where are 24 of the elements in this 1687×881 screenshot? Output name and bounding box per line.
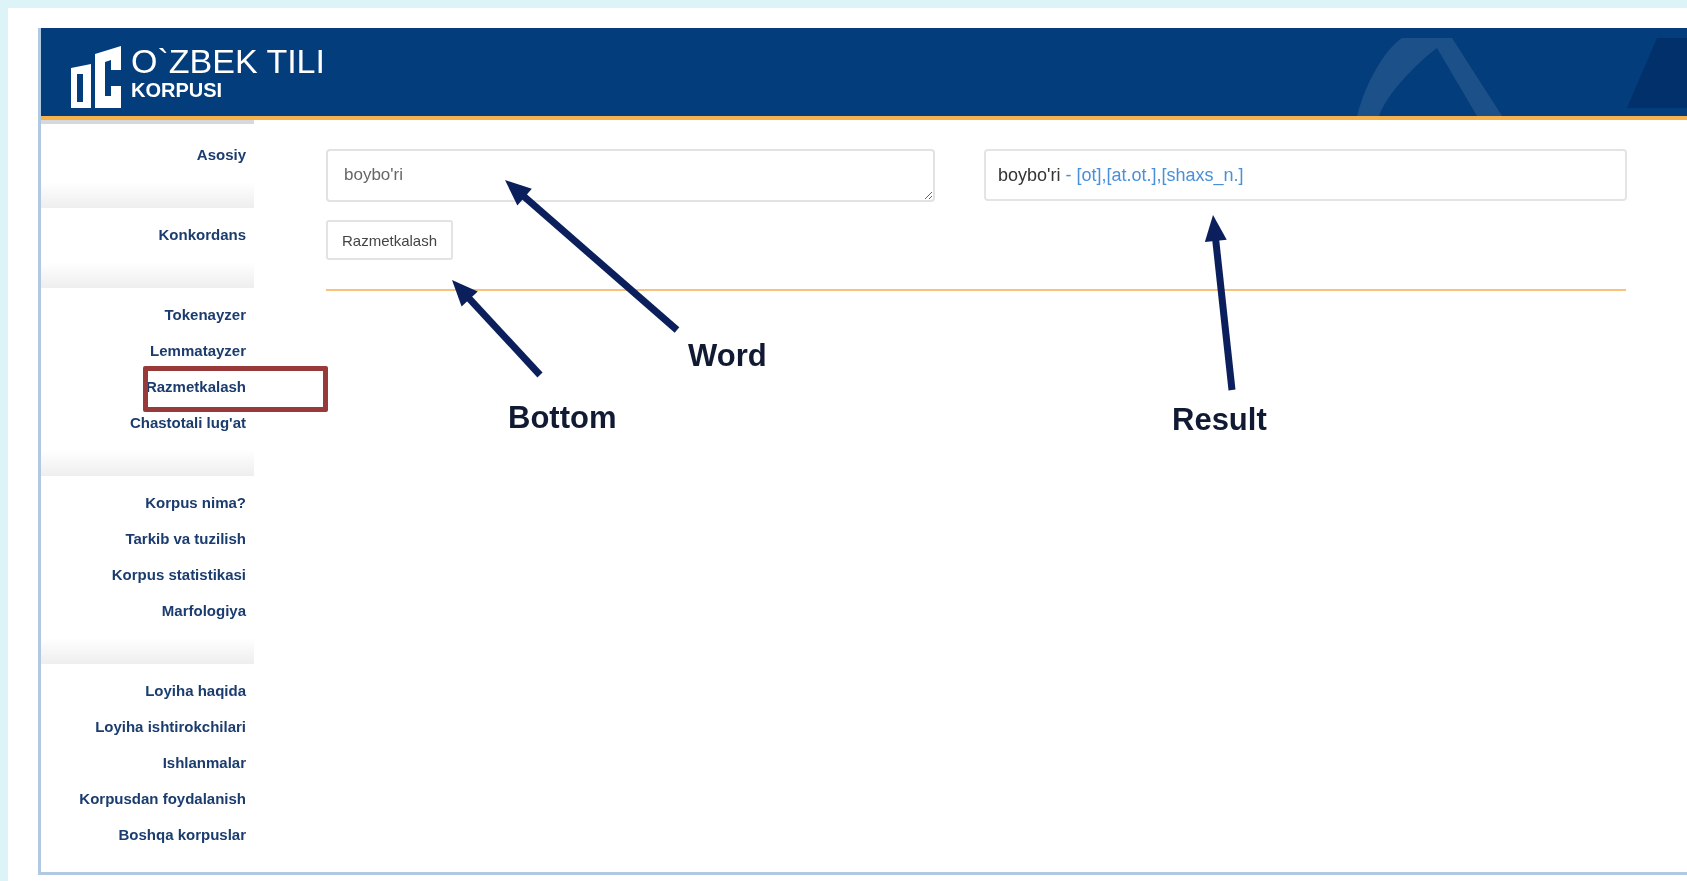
site-subtitle: KORPUSI bbox=[131, 79, 224, 101]
sidebar-link[interactable]: Korpus nima? bbox=[145, 493, 246, 511]
sidebar-link[interactable]: Marfologiya bbox=[161, 601, 246, 619]
sidebar-link[interactable]: Boshqa korpuslar bbox=[118, 825, 246, 843]
sidebar-link[interactable]: Razmetkalash bbox=[145, 377, 246, 395]
sidebar-link[interactable]: Loyiha haqida bbox=[145, 681, 246, 699]
sidebar-link[interactable]: Loyiha ishtirokchilari bbox=[95, 717, 246, 735]
sidebar-link[interactable]: Konkordans bbox=[158, 225, 246, 243]
annotation-label: Result bbox=[1172, 402, 1267, 438]
sidebar-link[interactable]: Korpusdan foydalanish bbox=[79, 789, 246, 807]
sidebar-link[interactable]: Ishlanmalar bbox=[162, 753, 246, 771]
annotation-label: Word bbox=[688, 338, 767, 374]
sidebar-link[interactable]: Tokenayzer bbox=[164, 305, 246, 323]
sidebar-link[interactable]: Lemmatayzer bbox=[150, 341, 246, 359]
sidebar-link[interactable]: Chastotali lug'at bbox=[129, 413, 246, 431]
sidebar-link[interactable]: Tarkib va tuzilish bbox=[125, 529, 246, 547]
result-field: boybo'ri - [ot],[at.ot.],[shaxs_n.] bbox=[984, 149, 1627, 201]
logo-icon bbox=[71, 46, 121, 108]
razmetkalash-button[interactable]: Razmetkalash bbox=[326, 220, 454, 260]
word-input[interactable]: boybo'ri bbox=[326, 149, 935, 202]
sidebar-link[interactable]: Asosiy bbox=[196, 145, 246, 163]
sidebar-link[interactable]: Korpus statistikasi bbox=[111, 565, 246, 583]
annotation-label: Bottom bbox=[508, 400, 617, 436]
site-title: O`ZBEK TILI bbox=[131, 43, 325, 79]
